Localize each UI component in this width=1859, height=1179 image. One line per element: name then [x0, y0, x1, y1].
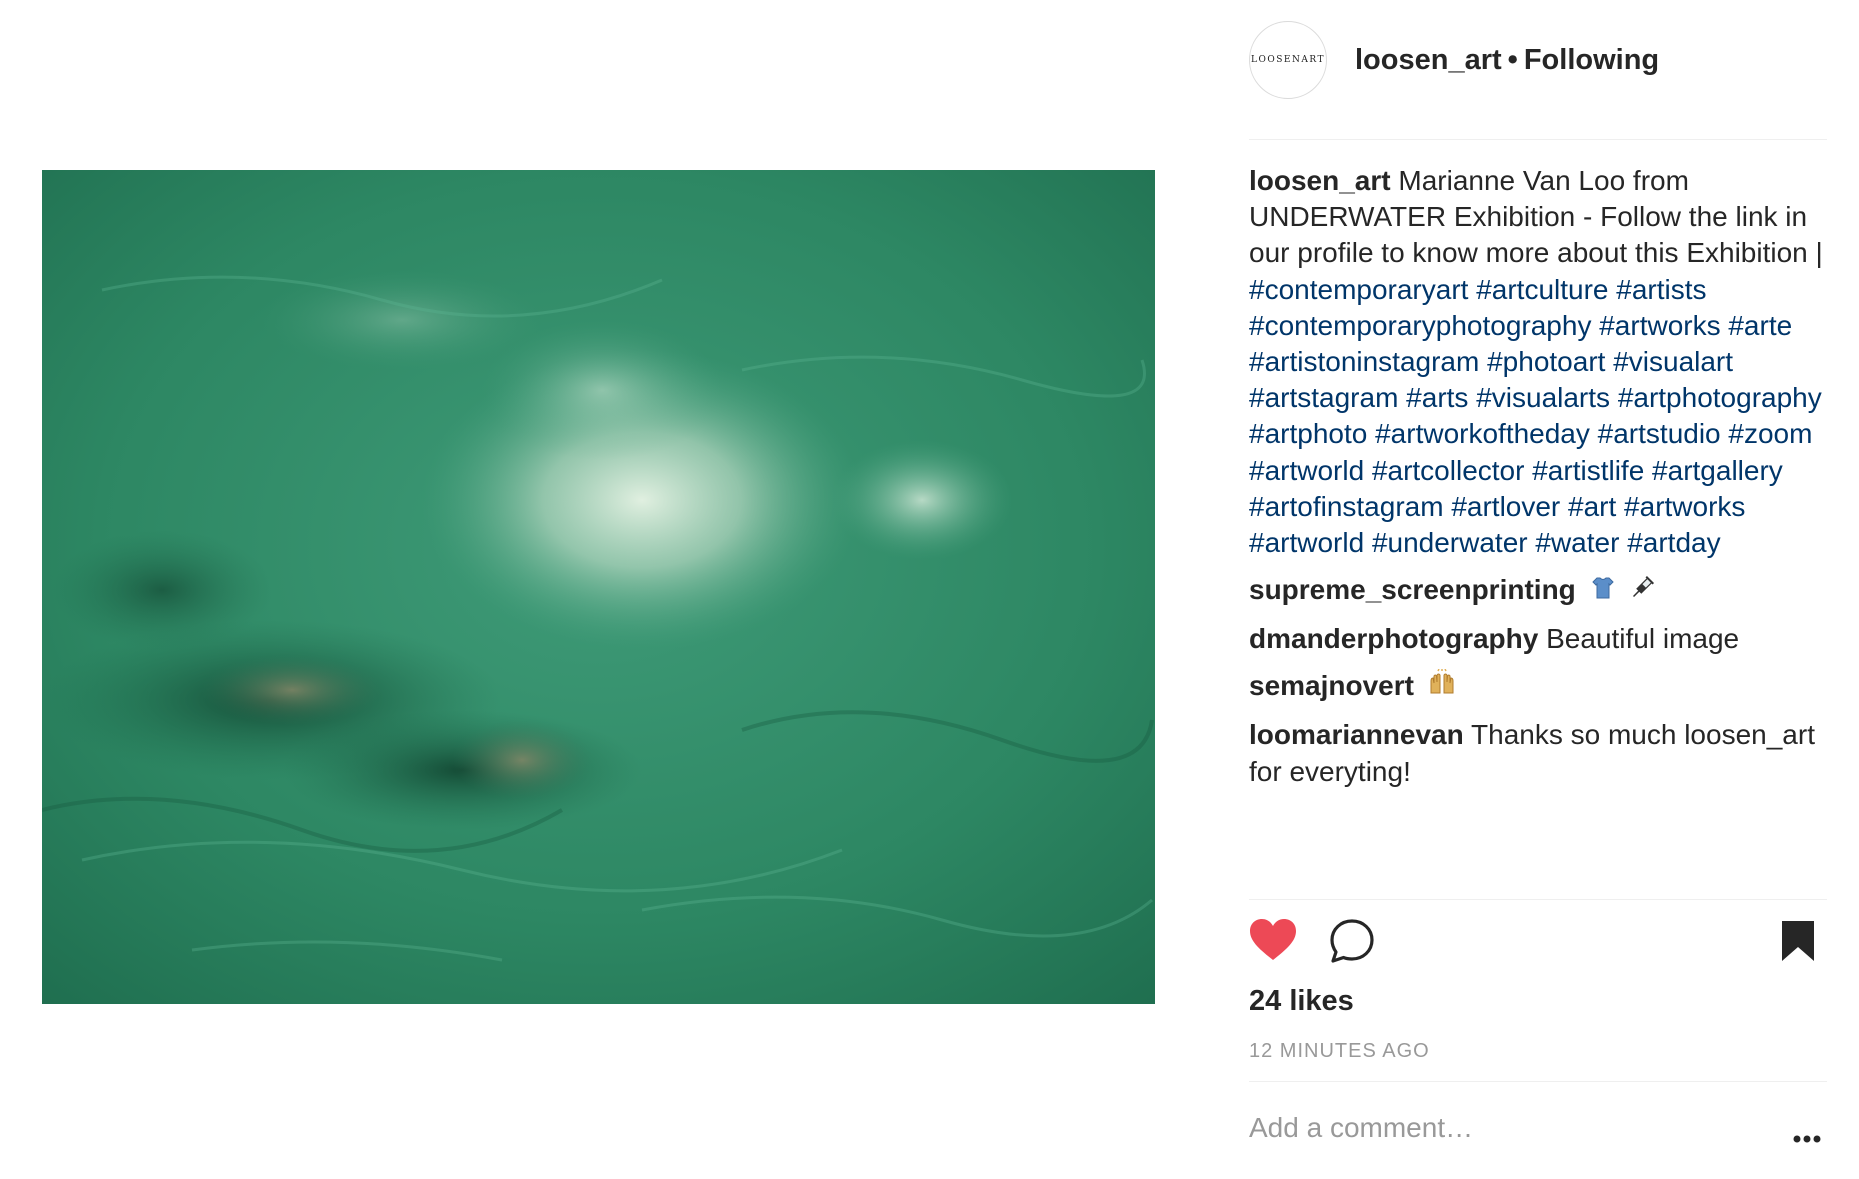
caption-hashtags[interactable]: #contemporaryart #artculture #artists #c…: [1249, 274, 1822, 558]
comment-item: dmanderphotography Beautiful image: [1249, 621, 1827, 657]
header-separator: •: [1507, 43, 1518, 76]
header-divider: [1249, 139, 1827, 140]
avatar[interactable]: LOOSENART: [1249, 21, 1327, 99]
comments-list: loosen_art Marianne Van Loo from UNDERWA…: [1249, 163, 1827, 790]
add-comment-input[interactable]: [1249, 1112, 1749, 1144]
like-heart-icon[interactable]: [1249, 918, 1297, 967]
comment-username[interactable]: semajnovert: [1249, 670, 1414, 701]
more-options-icon[interactable]: [1793, 1130, 1821, 1148]
comment-item: supreme_screenprinting: [1249, 572, 1827, 610]
post-header: LOOSENART loosen_art • Following: [1249, 20, 1827, 100]
post-timestamp[interactable]: 12 MINUTES AGO: [1249, 1040, 1430, 1063]
avatar-logo-text: LOOSENART: [1251, 55, 1325, 65]
caption-username[interactable]: loosen_art: [1249, 165, 1391, 196]
post-sidebar: LOOSENART loosen_art • Following loosen_ar…: [1249, 0, 1827, 1179]
comments-divider: [1249, 899, 1827, 900]
comment-item: semajnovert: [1249, 668, 1827, 706]
header-username[interactable]: loosen_art: [1355, 44, 1502, 76]
timestamp-divider: [1249, 1081, 1827, 1082]
bookmark-saved-icon[interactable]: [1781, 920, 1815, 967]
comment-username[interactable]: supreme_screenprinting: [1249, 574, 1576, 605]
likes-count[interactable]: 24 likes: [1249, 985, 1354, 1018]
post-caption: loosen_art Marianne Van Loo from UNDERWA…: [1249, 163, 1827, 561]
comment-item: loomariannevan Thanks so much loosen_art…: [1249, 717, 1827, 789]
syringe-icon: [1629, 574, 1655, 610]
header-names: loosen_art • Following: [1355, 44, 1659, 77]
comment-username[interactable]: dmanderphotography: [1249, 623, 1538, 654]
post-actions: [1249, 918, 1827, 974]
raised-hands-icon: [1428, 668, 1456, 706]
comment-username[interactable]: loomariannevan: [1249, 719, 1464, 750]
post-photo[interactable]: [42, 170, 1155, 1004]
comment-text: Beautiful image: [1546, 622, 1740, 654]
comment-bubble-icon[interactable]: [1329, 918, 1375, 969]
underwater-swimmer-image: [42, 170, 1155, 1004]
following-button[interactable]: Following: [1524, 44, 1659, 76]
tshirt-icon: [1590, 574, 1616, 610]
